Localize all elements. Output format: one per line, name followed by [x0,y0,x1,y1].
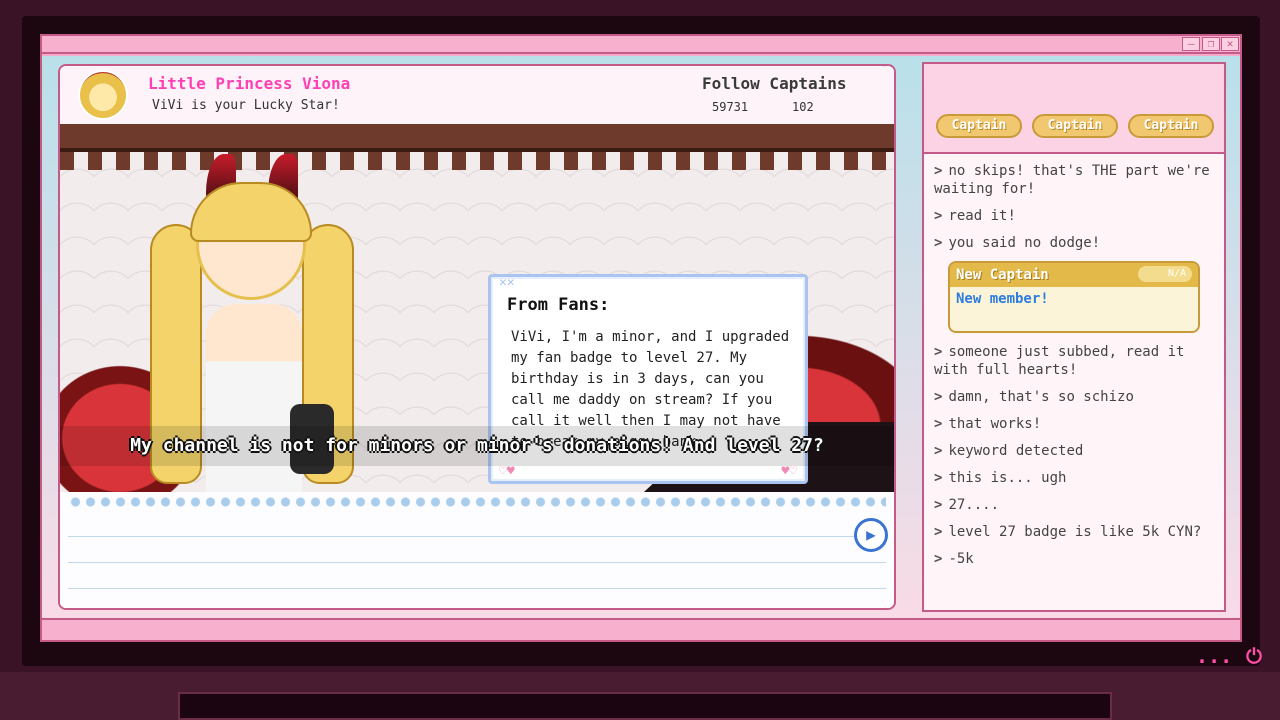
chat-message: >read it! [934,207,1220,225]
dialogue-input-area[interactable]: ▶ [60,492,894,610]
dot-border [68,496,886,508]
stream-header: Little Princess Viona ViVi is your Lucky… [60,66,894,124]
heart-icon: ♥♡ [781,464,797,479]
window-bottom-bar [42,618,1240,640]
notice-badge: N/A [1138,266,1192,282]
tray-icons: ... ⏻ [1196,644,1262,668]
notice-body: New member! [950,287,1198,311]
window-content: Little Princess Viona ViVi is your Lucky… [42,56,1240,620]
fan-message-title: From Fans: [507,295,609,315]
captain-bar: Captain Captain Captain [924,64,1224,154]
stream-window: — ❐ ✕ Little Princess Viona ViVi is your… [40,34,1242,642]
follow-count: 59731 [712,100,748,114]
chevron-right-icon: > [934,389,942,405]
more-icon[interactable]: ... [1196,644,1232,668]
cross-icon: ✕✕ [499,275,515,290]
streamer-tagline: ViVi is your Lucky Star! [152,98,340,113]
monitor-base [178,692,1112,720]
play-icon[interactable]: ▶ [854,518,888,552]
chat-message: >damn, that's so schizo [934,388,1220,406]
chat-message: >that works! [934,415,1220,433]
stream-video: ✕✕ From Fans: ViVi, I'm a minor, and I u… [60,124,894,492]
chevron-right-icon: > [934,208,942,224]
chat-message: >-5k [934,550,1220,568]
chevron-right-icon: > [934,163,942,179]
chevron-right-icon: > [934,235,942,251]
divider [68,588,886,589]
power-icon[interactable]: ⏻ [1246,644,1262,668]
chat-message: >27.... [934,496,1220,514]
captain-badge[interactable]: Captain [936,114,1022,138]
streamer-avatar [78,70,128,120]
captain-badge[interactable]: Captain [1032,114,1118,138]
chat-messages: >no skips! that's THE part we're waiting… [934,162,1220,577]
divider [68,562,886,563]
chevron-right-icon: > [934,344,942,360]
chevron-right-icon: > [934,551,942,567]
stage-curtain [60,124,894,152]
chat-message: >keyword detected [934,442,1220,460]
close-button[interactable]: ✕ [1221,37,1239,51]
follow-captains-label: Follow Captains [702,74,847,93]
stream-panel: Little Princess Viona ViVi is your Lucky… [58,64,896,610]
chevron-right-icon: > [934,497,942,513]
chevron-right-icon: > [934,443,942,459]
chat-message: >this is... ugh [934,469,1220,487]
stream-subtitle: My channel is not for minors or minor's … [60,426,894,466]
captain-count: 102 [792,100,814,114]
chevron-right-icon: > [934,416,942,432]
new-captain-notice: New Captain N/A New member! [948,261,1200,333]
captain-badge[interactable]: Captain [1128,114,1214,138]
heart-icon: ♡♥ [499,464,515,479]
chat-panel: Captain Captain Captain >no skips! that'… [922,62,1226,612]
chat-message: >no skips! that's THE part we're waiting… [934,162,1220,198]
minimize-button[interactable]: — [1182,37,1200,51]
monitor: — ❐ ✕ Little Princess Viona ViVi is your… [0,0,1280,720]
chat-message: >someone just subbed, read it with full … [934,343,1220,379]
divider [68,536,886,537]
chat-message: >level 27 badge is like 5k CYN? [934,523,1220,541]
chevron-right-icon: > [934,470,942,486]
chevron-right-icon: > [934,524,942,540]
streamer-name: Little Princess Viona [148,74,350,93]
restore-button[interactable]: ❐ [1202,37,1220,51]
title-bar: — ❐ ✕ [42,36,1240,54]
chat-message: >you said no dodge! [934,234,1220,252]
